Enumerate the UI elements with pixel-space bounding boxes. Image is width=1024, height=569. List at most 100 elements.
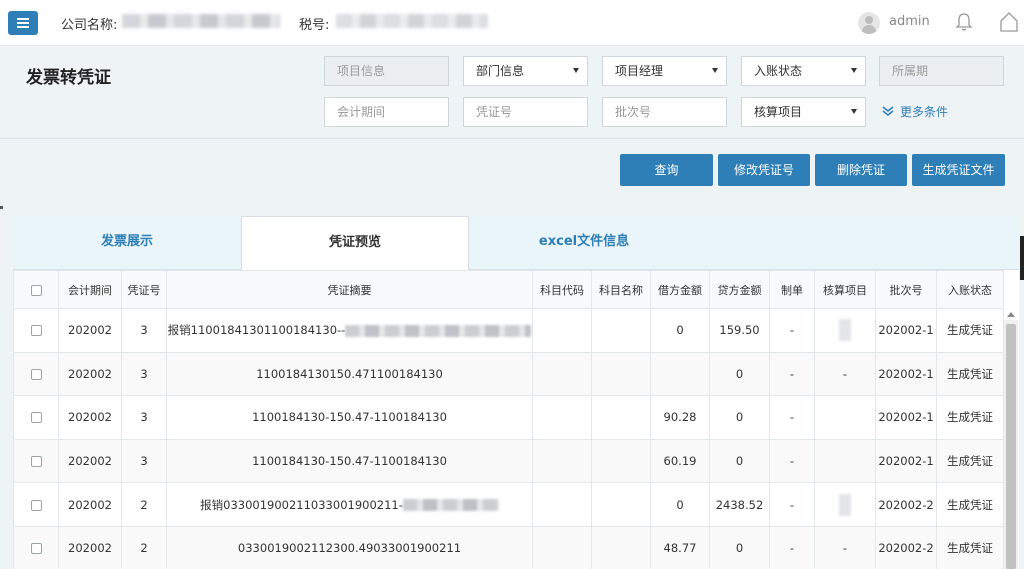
select-all-checkbox[interactable] (30, 284, 42, 296)
cell-name (591, 525, 651, 569)
column-header: 借方金额 (650, 270, 710, 309)
cell-period: 202002 (58, 395, 122, 440)
cell-credit: 0 (709, 395, 770, 440)
row-select-cell[interactable] (13, 525, 59, 569)
bell-icon[interactable] (955, 12, 973, 32)
item-redacted (839, 319, 851, 342)
cell-status: 生成凭证 (936, 482, 1004, 527)
top-bar: 公司名称: 税号: admin (0, 0, 1024, 46)
edge-handle (1020, 236, 1024, 280)
table-row[interactable]: 202002 2 报销03300190021103300190021​1- 0 … (13, 482, 1004, 527)
cell-summary: 1100184130-150.47-1100184130 (166, 395, 533, 440)
cell-status: 生成凭证 (936, 395, 1004, 440)
cell-period: 202002 (58, 308, 122, 353)
table-row[interactable]: 202002 3 报销11001841301100184130-- 0 159.… (13, 308, 1004, 353)
company-name-redacted (122, 14, 280, 28)
cell-maker: - (769, 525, 815, 569)
cell-batch: 202002-1 (875, 438, 937, 484)
generate-voucher-file-button[interactable]: 生成凭证文件 (912, 154, 1005, 186)
accounting-period-input[interactable]: 会计期间 (324, 97, 449, 127)
row-select-cell[interactable] (13, 438, 59, 484)
menu-toggle-button[interactable] (8, 11, 38, 35)
table-row[interactable]: 202002 3 1100184130-150.47-1100184130 90… (13, 395, 1004, 440)
cell-item: - (814, 351, 876, 397)
select-all-cell[interactable] (13, 270, 59, 309)
accounting-item-select[interactable]: 核算项目 (741, 97, 866, 127)
column-header: 凭证摘要 (166, 270, 533, 309)
scrollbar-thumb[interactable] (1006, 324, 1016, 569)
cell-code (532, 438, 592, 484)
row-select-cell[interactable] (13, 351, 59, 397)
cell-voucher: 2 (121, 525, 167, 569)
caret-down-icon (573, 68, 579, 73)
tax-number-redacted (336, 14, 488, 28)
project-manager-select[interactable]: 项目经理 (602, 56, 727, 86)
modify-voucher-no-button[interactable]: 修改凭证号 (718, 154, 810, 186)
cell-code (532, 351, 592, 397)
batch-no-input[interactable]: 批次号 (602, 97, 727, 127)
cell-debit (650, 351, 710, 397)
cell-batch: 202002-1 (875, 395, 937, 440)
tab-voucher-preview[interactable]: 凭证预览 (241, 216, 469, 271)
cell-credit: 0 (709, 438, 770, 484)
cell-debit: 0 (650, 308, 710, 353)
home-icon[interactable] (999, 11, 1019, 33)
user-avatar[interactable] (858, 12, 880, 34)
tab-excel-file-info[interactable]: excel文件信息 (469, 216, 699, 270)
row-checkbox[interactable] (30, 543, 42, 555)
content-card: 发票展示 凭证预览 excel文件信息 会计期间 凭证号 凭证摘要 科目代码 科… (13, 216, 1019, 569)
project-info-field[interactable]: 项目信息 (324, 56, 449, 86)
cell-name (591, 351, 651, 397)
row-checkbox[interactable] (30, 412, 42, 424)
user-name[interactable]: admin (889, 14, 930, 29)
table-row[interactable]: 202002 3 1100184130-150.47-1100184130 60… (13, 438, 1004, 484)
cell-voucher: 3 (121, 351, 167, 397)
row-checkbox[interactable] (30, 368, 42, 380)
table-header-row: 会计期间 凭证号 凭证摘要 科目代码 科目名称 借方金额 贷方金额 制单 核算项… (13, 270, 1004, 309)
page-title: 发票转凭证 (26, 68, 111, 88)
cell-period: 202002 (58, 525, 122, 569)
cell-debit: 60.19 (650, 438, 710, 484)
divider (0, 138, 1024, 139)
row-checkbox[interactable] (30, 499, 42, 511)
accounting-item-select-label: 核算项目 (754, 105, 803, 119)
tab-invoice-display[interactable]: 发票展示 (13, 216, 241, 270)
column-header: 核算项目 (814, 270, 876, 309)
row-select-cell[interactable] (13, 482, 59, 527)
more-conditions-label: 更多条件 (900, 105, 949, 119)
voucher-no-input[interactable]: 凭证号 (463, 97, 588, 127)
entry-status-select[interactable]: 入账状态 (741, 56, 866, 86)
cell-batch: 202002-2 (875, 525, 937, 569)
cell-period: 202002 (58, 482, 122, 527)
column-header: 会计期间 (58, 270, 122, 309)
hamburger-icon (17, 18, 29, 28)
cell-voucher: 2 (121, 482, 167, 527)
cell-voucher: 3 (121, 438, 167, 484)
table-row[interactable]: 202002 2 0330019002112300.49033001900211… (13, 525, 1004, 569)
cell-credit: 0 (709, 525, 770, 569)
cell-status: 生成凭证 (936, 308, 1004, 353)
query-button[interactable]: 查询 (620, 154, 713, 186)
row-checkbox[interactable] (30, 325, 42, 337)
delete-voucher-button[interactable]: 删除凭证 (815, 154, 907, 186)
period-field[interactable]: 所属期 (879, 56, 1004, 86)
tax-number-label: 税号: (299, 18, 330, 33)
cell-summary: 1100184130150.471100184130 (166, 351, 533, 397)
cell-debit: 0 (650, 482, 710, 527)
column-header: 批次号 (875, 270, 937, 309)
row-select-cell[interactable] (13, 308, 59, 353)
vertical-scrollbar[interactable] (1004, 320, 1018, 569)
project-manager-select-label: 项目经理 (615, 64, 664, 78)
caret-down-icon (851, 68, 857, 73)
scroll-up-arrow-icon[interactable] (1007, 312, 1015, 317)
row-select-cell[interactable] (13, 395, 59, 440)
more-conditions-link[interactable]: 更多条件 (882, 103, 948, 120)
department-select[interactable]: 部门信息 (463, 56, 588, 86)
cell-batch: 202002-1 (875, 308, 937, 353)
row-checkbox[interactable] (30, 456, 42, 468)
cell-maker: - (769, 438, 815, 484)
cell-summary: 1100184130-150.47-1100184130 (166, 438, 533, 484)
cell-code (532, 525, 592, 569)
table-row[interactable]: 202002 3 1100184130150.471100184130 0 - … (13, 351, 1004, 397)
cell-voucher: 3 (121, 395, 167, 440)
